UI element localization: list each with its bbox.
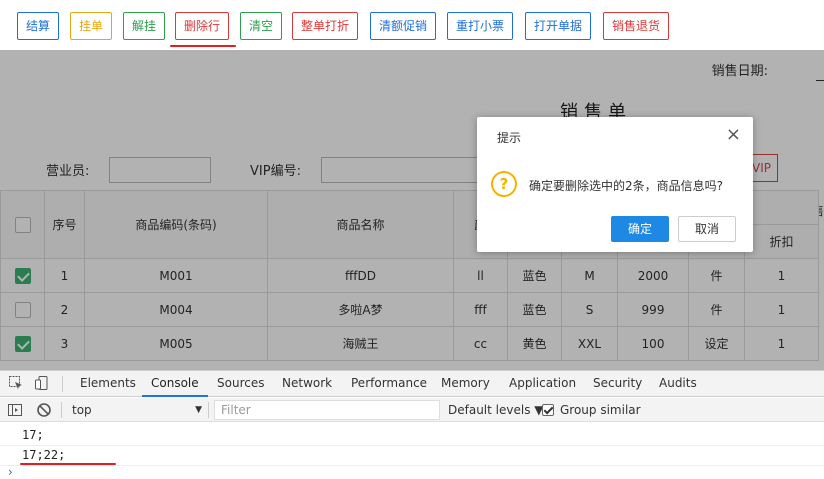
sales-return-button[interactable]: 销售退货 bbox=[603, 12, 669, 40]
tab-memory[interactable]: Memory bbox=[441, 371, 490, 397]
question-icon: ? bbox=[491, 171, 517, 197]
clear-console-icon[interactable] bbox=[36, 402, 52, 418]
console-toolbar: top ▼ Filter Default levels ▼ Group simi… bbox=[0, 398, 824, 422]
inspect-element-icon[interactable] bbox=[8, 375, 24, 391]
confirm-dialog: 提示 × ? 确定要删除选中的2条，商品信息吗? 确定 取消 bbox=[477, 117, 753, 252]
open-document-button[interactable]: 打开单据 bbox=[525, 12, 591, 40]
clear-button[interactable]: 清空 bbox=[240, 12, 282, 40]
dialog-title: 提示 bbox=[497, 131, 522, 145]
chevron-down-icon: ▼ bbox=[195, 405, 202, 415]
tab-security[interactable]: Security bbox=[593, 371, 642, 397]
toolbar: 结算 挂单 解挂 删除行 清空 整单打折 清额促销 重打小票 打开单据 销售退货 bbox=[0, 0, 824, 50]
console-prompt-icon[interactable]: › bbox=[8, 465, 13, 479]
tab-console[interactable]: Console bbox=[142, 371, 208, 397]
tab-audits[interactable]: Audits bbox=[659, 371, 697, 397]
console-log-line: 17; bbox=[0, 426, 824, 446]
tab-performance[interactable]: Performance bbox=[351, 371, 427, 397]
dialog-message: 确定要删除选中的2条，商品信息吗? bbox=[529, 179, 724, 193]
toolbar-divider bbox=[61, 402, 62, 418]
toolbar-divider bbox=[208, 402, 209, 418]
annotation-underline bbox=[170, 45, 236, 47]
tab-sources[interactable]: Sources bbox=[217, 371, 264, 397]
order-discount-button[interactable]: 整单打折 bbox=[292, 12, 358, 40]
hold-order-button[interactable]: 挂单 bbox=[70, 12, 112, 40]
context-select-value: top bbox=[72, 403, 92, 417]
group-similar-checkbox[interactable] bbox=[542, 404, 554, 416]
tab-network[interactable]: Network bbox=[282, 371, 332, 397]
devtools-tab-bar: Elements Console Sources Network Perform… bbox=[0, 371, 824, 397]
settle-button[interactable]: 结算 bbox=[17, 12, 59, 40]
context-select[interactable]: top ▼ bbox=[66, 400, 206, 420]
log-levels-dropdown[interactable]: Default levels ▼ bbox=[448, 400, 544, 420]
confirm-button[interactable]: 确定 bbox=[611, 216, 669, 242]
console-log-line: 17;22; bbox=[0, 446, 824, 466]
promotion-button[interactable]: 清额促销 bbox=[370, 12, 436, 40]
group-similar-label: Group similar bbox=[560, 403, 641, 417]
filter-input[interactable]: Filter bbox=[214, 400, 440, 420]
toolbar-divider bbox=[62, 376, 63, 392]
tab-elements[interactable]: Elements bbox=[80, 371, 136, 397]
sidebar-toggle-icon[interactable] bbox=[7, 402, 23, 418]
tab-application[interactable]: Application bbox=[509, 371, 576, 397]
release-hold-button[interactable]: 解挂 bbox=[123, 12, 165, 40]
delete-row-button[interactable]: 删除行 bbox=[175, 12, 229, 40]
devtools-panel: Elements Console Sources Network Perform… bbox=[0, 370, 824, 479]
cancel-button[interactable]: 取消 bbox=[678, 216, 736, 242]
device-toolbar-icon[interactable] bbox=[34, 375, 50, 391]
reprint-receipt-button[interactable]: 重打小票 bbox=[447, 12, 513, 40]
close-icon[interactable]: × bbox=[726, 125, 741, 145]
annotation-underline bbox=[20, 463, 116, 465]
